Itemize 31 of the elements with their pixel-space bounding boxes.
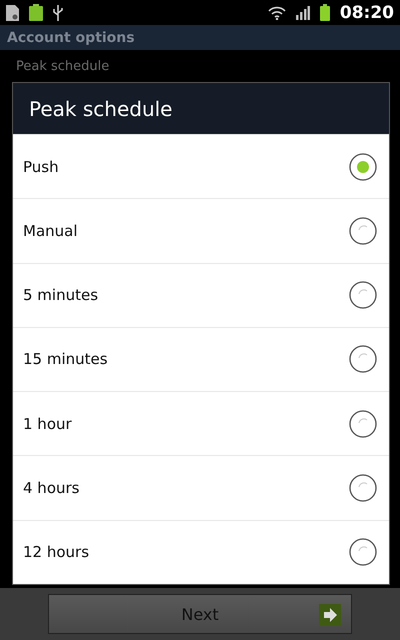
option-row[interactable]: 1 hour bbox=[13, 391, 389, 456]
radio-button[interactable] bbox=[349, 345, 377, 374]
option-row[interactable]: 4 hours bbox=[13, 455, 389, 520]
option-label: 4 hours bbox=[23, 479, 80, 498]
option-label: 12 hours bbox=[23, 543, 90, 562]
option-label: 1 hour bbox=[23, 414, 72, 433]
option-label: 5 minutes bbox=[23, 286, 98, 304]
option-label: 15 minutes bbox=[23, 350, 108, 368]
battery-icon bbox=[320, 4, 330, 21]
option-row[interactable]: Push bbox=[13, 134, 389, 198]
option-row[interactable]: 5 minutes bbox=[13, 262, 389, 327]
radio-button[interactable] bbox=[349, 410, 377, 438]
signal-icon bbox=[296, 6, 310, 20]
battery-full-icon bbox=[29, 4, 43, 21]
status-time: 08:20 bbox=[340, 2, 394, 22]
radio-button[interactable] bbox=[349, 281, 377, 310]
dialog-title: Peak schedule bbox=[29, 96, 172, 120]
usb-icon bbox=[53, 4, 63, 20]
option-row[interactable]: Manual bbox=[13, 198, 389, 263]
option-label: Push bbox=[23, 158, 59, 176]
option-row[interactable]: 12 hours bbox=[13, 520, 389, 584]
option-row[interactable]: 15 minutes bbox=[13, 326, 389, 392]
option-label: Manual bbox=[23, 222, 78, 240]
radio-button[interactable] bbox=[349, 216, 377, 245]
wifi-icon bbox=[268, 6, 286, 20]
radio-button[interactable] bbox=[349, 474, 377, 502]
setting-label: Peak schedule bbox=[16, 58, 110, 74]
sd-card-icon bbox=[6, 4, 19, 20]
radio-button[interactable] bbox=[349, 538, 377, 566]
screen-title: Account options bbox=[7, 30, 135, 46]
radio-button[interactable] bbox=[349, 152, 377, 181]
